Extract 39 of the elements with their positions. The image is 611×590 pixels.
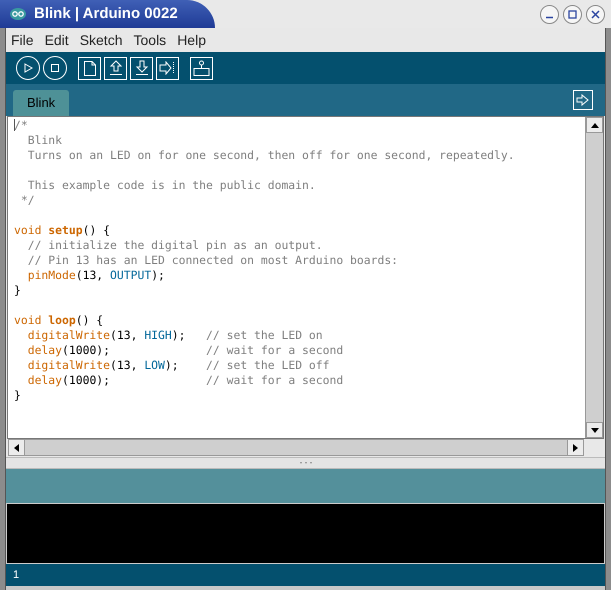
vertical-scrollbar[interactable] bbox=[585, 117, 603, 438]
code-line: digitalWrite(13, HIGH); // set the LED on bbox=[26, 328, 323, 343]
logo-icon bbox=[10, 8, 26, 20]
line-number: 1 bbox=[13, 568, 20, 583]
code-line: delay(1000); // wait for a second bbox=[26, 343, 344, 358]
monitor-icon[interactable] bbox=[190, 56, 213, 80]
window-title: Blink | Arduino 0022 bbox=[34, 4, 178, 24]
tab-menu-icon[interactable] bbox=[573, 90, 593, 110]
menu-item[interactable]: Edit bbox=[44, 30, 69, 50]
code-line: Turns on an LED on for one second, then off for one second, repeatedly. bbox=[26, 148, 515, 163]
splitter-handle[interactable] bbox=[6, 457, 605, 469]
code-line: digitalWrite(13, LOW); // set the LED off bbox=[26, 358, 330, 373]
scroll-right-icon[interactable] bbox=[567, 440, 583, 455]
code-line: /* bbox=[14, 118, 28, 133]
menu-item[interactable]: Sketch bbox=[80, 30, 122, 50]
new-file-icon[interactable] bbox=[78, 56, 101, 80]
menu-item[interactable]: Tools bbox=[134, 30, 166, 50]
code-line: void loop() { bbox=[14, 313, 104, 328]
code-line: This example code is in the public domain. bbox=[26, 178, 316, 193]
code-line: pinMode(13, OUTPUT); bbox=[26, 268, 165, 283]
code-line: Blink bbox=[26, 133, 62, 148]
close-icon[interactable] bbox=[586, 4, 605, 24]
scroll-up-icon[interactable] bbox=[586, 117, 603, 133]
run-icon[interactable] bbox=[16, 56, 40, 80]
code-line: void setup() { bbox=[14, 223, 110, 238]
menu-item[interactable]: File bbox=[11, 30, 34, 50]
code-line: } bbox=[14, 283, 21, 298]
stop-icon[interactable] bbox=[43, 56, 67, 80]
maximize-icon[interactable] bbox=[563, 4, 582, 24]
editor-tab[interactable]: Blink bbox=[13, 90, 70, 116]
horizontal-scrollbar[interactable] bbox=[8, 439, 584, 456]
code-line: delay(1000); // wait for a second bbox=[26, 373, 344, 388]
scroll-left-icon[interactable] bbox=[9, 440, 25, 455]
menu-item[interactable]: Help bbox=[177, 30, 206, 50]
scroll-down-icon[interactable] bbox=[586, 422, 603, 438]
code-line: */ bbox=[20, 193, 35, 208]
code-line: } bbox=[14, 388, 21, 403]
code-line: // initialize the digital pin as an output. bbox=[26, 238, 323, 253]
code-line: // Pin 13 has an LED connected on most Arduino boards: bbox=[26, 253, 398, 268]
